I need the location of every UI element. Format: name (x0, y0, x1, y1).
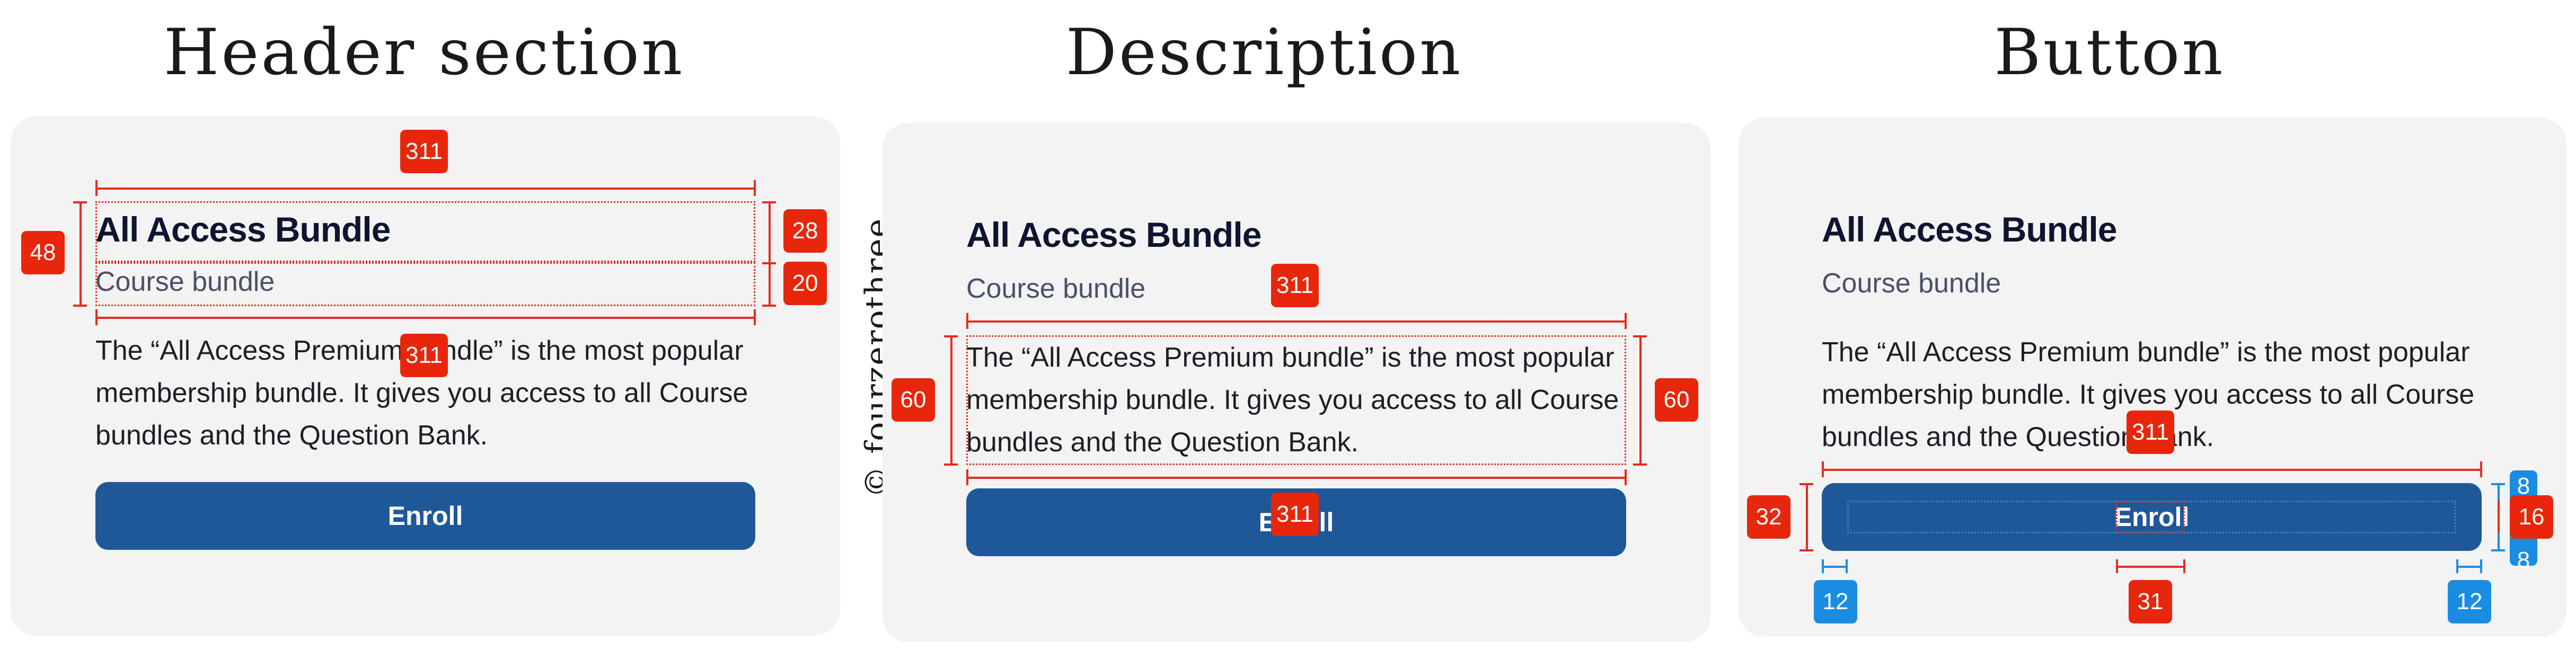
dimension-end-tick (2116, 559, 2118, 573)
padding-right-badge: 12 (2448, 580, 2491, 623)
dimension-end-tick (966, 313, 968, 329)
width-dimension-line (966, 320, 1626, 323)
dimension-end-tick (1633, 335, 1647, 337)
enroll-button[interactable]: Enroll (95, 482, 755, 550)
title-height-badge: 28 (783, 209, 827, 253)
subtitle-height-line (769, 262, 771, 306)
button-label-bounds (2116, 501, 2185, 533)
dimension-end-tick (762, 201, 776, 203)
label-width-badge: 31 (2129, 580, 2172, 623)
section-title-button: Button (1994, 16, 2225, 90)
dimension-end-tick (73, 305, 87, 307)
width-badge: 311 (400, 334, 448, 377)
width-dimension-line (95, 317, 755, 319)
dimension-end-tick (1799, 549, 1813, 551)
width-dimension-line (95, 188, 755, 190)
dimension-end-tick (95, 180, 98, 196)
width-badge: 311 (1271, 264, 1319, 307)
dimension-end-tick (944, 463, 958, 466)
dimension-end-tick (2491, 549, 2505, 551)
dimension-end-tick (1822, 559, 1824, 573)
width-dimension-line (1822, 469, 2482, 471)
padding-bottom-value: 8 (2517, 547, 2530, 573)
padding-left-badge: 12 (1814, 580, 1857, 623)
button-height-line (1806, 483, 1808, 551)
dimension-end-tick (754, 309, 756, 325)
card-title: All Access Bundle (1822, 210, 2117, 249)
title-bounds (95, 201, 755, 262)
description-height-line (1639, 335, 1642, 465)
dimension-end-tick (1633, 463, 1647, 466)
header-height-badge: 48 (21, 231, 65, 274)
dimension-end-tick (1846, 559, 1848, 573)
dimension-end-tick (762, 262, 776, 264)
dimension-end-tick (2480, 461, 2482, 477)
dimension-end-tick (95, 309, 98, 325)
dimension-end-tick (762, 305, 776, 307)
label-width-line (2116, 566, 2185, 568)
dimension-end-tick (944, 335, 958, 337)
title-height-line (769, 201, 771, 262)
header-height-line (80, 201, 82, 306)
button-height-badge: 32 (1747, 495, 1790, 539)
dimension-end-tick (73, 201, 87, 203)
dimension-end-tick (1799, 483, 1813, 485)
dimension-end-tick (2491, 483, 2505, 485)
card-title: All Access Bundle (966, 215, 1261, 254)
description-bounds (966, 335, 1626, 465)
padding-right-line (2456, 566, 2482, 568)
width-dimension-line (966, 477, 1626, 479)
dimension-end-tick (2456, 559, 2458, 573)
width-badge: 311 (2127, 411, 2175, 454)
dimension-end-tick (1625, 313, 1627, 329)
label-height-line (2498, 501, 2500, 533)
dimension-end-tick (754, 180, 756, 196)
padding-top-value: 8 (2517, 473, 2530, 499)
padding-left-line (1822, 566, 1847, 568)
dimension-end-tick (2183, 559, 2185, 573)
button-padding-top-line (2498, 483, 2500, 501)
button-padding-bottom-line (2498, 533, 2500, 551)
card-subtitle: Course bundle (966, 273, 1146, 304)
width-badge: 311 (400, 130, 448, 173)
label-height-badge: 16 (2510, 495, 2553, 539)
section-title-header: Header section (163, 16, 685, 90)
description-height-line (950, 335, 952, 465)
dimension-end-tick (966, 469, 968, 485)
description-height-badge: 60 (1655, 378, 1698, 422)
section-title-description: Description (1065, 16, 1463, 90)
width-badge: 311 (1271, 493, 1319, 536)
dimension-end-tick (1625, 469, 1627, 485)
card-subtitle: Course bundle (1822, 268, 2001, 299)
description-height-badge: 60 (892, 378, 935, 422)
subtitle-height-badge: 20 (783, 262, 827, 305)
subtitle-bounds (95, 262, 755, 306)
dimension-end-tick (2480, 559, 2482, 573)
dimension-end-tick (1822, 461, 1824, 477)
